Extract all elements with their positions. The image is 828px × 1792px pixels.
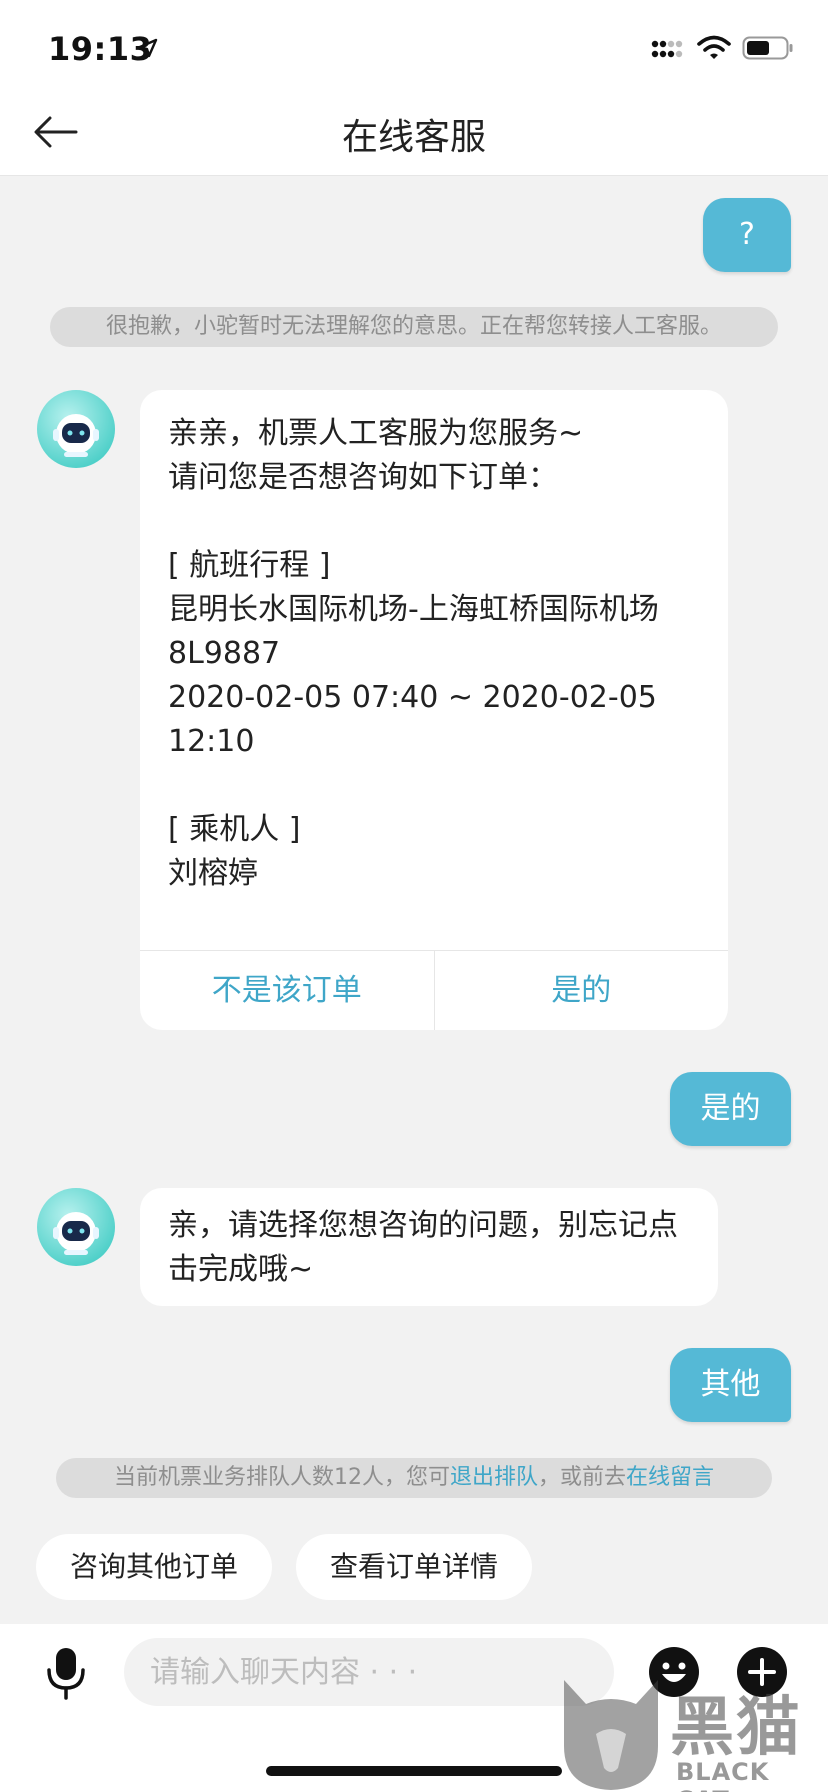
queue-text: 当前机票业务排队人数12人，您可	[113, 1465, 450, 1490]
signal-icon	[651, 40, 683, 58]
robot-icon	[53, 1212, 99, 1255]
bot-message-text: 亲，请选择您想咨询的问题，别忘记点击完成哦~	[168, 1208, 678, 1287]
system-notice: 很抱歉，小驼暂时无法理解您的意思。正在帮您转接人工客服。	[50, 307, 778, 347]
watermark-cn: 黑猫	[670, 1691, 802, 1765]
queue-notice: 当前机票业务排队人数12人，您可退出排队，或前去在线留言	[56, 1458, 772, 1498]
queue-text-middle: ，或前去	[537, 1465, 626, 1490]
order-confirm-buttons: 不是该订单 是的	[140, 950, 728, 1030]
user-message: ?	[703, 198, 791, 272]
bot-message-order: 亲亲，机票人工客服为您服务~ 请问您是否想咨询如下订单： [ 航班行程 ] 昆明…	[140, 390, 728, 1030]
status-time: 19:13	[48, 30, 153, 68]
battery-icon	[742, 36, 793, 60]
quick-reply-other-orders[interactable]: 咨询其他订单	[36, 1534, 272, 1600]
home-indicator	[266, 1766, 562, 1776]
confirm-order-button[interactable]: 是的	[433, 951, 729, 1030]
nav-bar: 在线客服	[0, 88, 828, 176]
user-message: 是的	[670, 1072, 791, 1146]
bot-message-text: 亲亲，机票人工客服为您服务~ 请问您是否想咨询如下订单： [ 航班行程 ] 昆明…	[168, 416, 659, 891]
status-bar: 19:13	[0, 0, 828, 88]
robot-icon	[53, 414, 99, 457]
leave-message-link[interactable]: 在线留言	[626, 1465, 714, 1490]
bot-avatar	[37, 1188, 115, 1266]
watermark: 黑猫 BLACK CAT	[556, 1676, 828, 1792]
watermark-en: BLACK CAT	[676, 1758, 770, 1792]
quick-reply-order-details[interactable]: 查看订单详情	[296, 1534, 532, 1600]
bot-avatar	[37, 390, 115, 468]
microphone-icon[interactable]	[44, 1646, 88, 1700]
chat-input[interactable]	[124, 1638, 614, 1706]
user-message: 其他	[670, 1348, 791, 1422]
page-title: 在线客服	[341, 117, 486, 158]
exit-queue-link[interactable]: 退出排队	[450, 1465, 538, 1490]
wifi-icon	[697, 35, 731, 59]
bot-message: 亲，请选择您想咨询的问题，别忘记点击完成哦~	[140, 1188, 718, 1306]
black-cat-logo-icon	[564, 1680, 658, 1790]
location-arrow-icon	[138, 38, 158, 58]
not-this-order-button[interactable]: 不是该订单	[140, 951, 434, 1030]
